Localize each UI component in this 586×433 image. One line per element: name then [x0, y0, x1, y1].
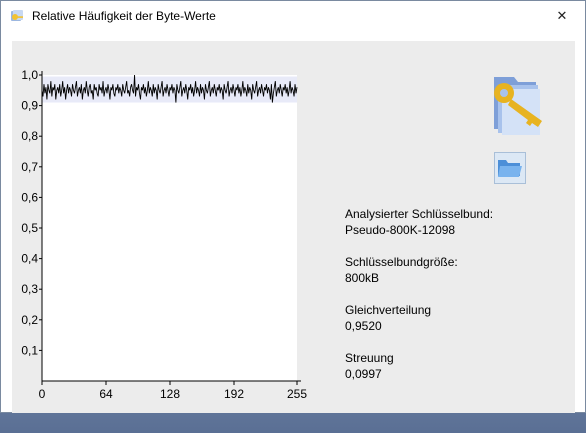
y-tick-label: 0,5 [21, 221, 38, 235]
desktop-background [0, 413, 586, 433]
y-tick-label: 1,0 [21, 68, 38, 82]
keyring-label: Analysierter Schlüsselbund: [345, 207, 494, 221]
byte-frequency-chart: 0,1 0,2 0,3 0,4 0,5 0,6 0,7 0,8 0,9 1,0 0 64 128 192 2… [21, 68, 307, 401]
window-title: Relative Häufigkeit der Byte-Werte [32, 9, 216, 23]
y-tick-label: 0,1 [21, 343, 38, 357]
uniformity-label: Gleichverteilung [345, 303, 432, 317]
y-tick-label: 0,8 [21, 129, 38, 143]
keyring-info: Analysierter Schlüsselbund: Pseudo-800K-… [345, 206, 493, 238]
y-tick-label: 0,4 [21, 252, 38, 266]
keyring-value: Pseudo-800K-12098 [345, 223, 456, 237]
deviation-label: Streuung [345, 351, 394, 365]
y-tick-label: 0,2 [21, 313, 38, 327]
deviation-info: Streuung 0,0997 [345, 350, 394, 382]
key-folder-icon [494, 77, 542, 135]
size-info: Schlüsselbundgröße: 800kB [345, 254, 458, 286]
y-tick-label: 0,7 [21, 160, 38, 174]
deviation-value: 0,0997 [345, 367, 382, 381]
close-icon: ✕ [556, 9, 568, 24]
keyring-app-icon [11, 10, 23, 21]
dialog-window: Relative Häufigkeit der Byte-Werte ✕ 0,1… [0, 0, 586, 413]
y-tick-label: 0,6 [21, 190, 38, 204]
y-tick-label: 0,3 [21, 282, 38, 296]
size-value: 800kB [345, 271, 380, 285]
open-keyring-button[interactable] [494, 152, 526, 184]
x-tick-label: 255 [287, 387, 307, 401]
x-tick-label: 192 [224, 387, 244, 401]
uniformity-info: Gleichverteilung 0,9520 [345, 302, 431, 334]
uniformity-value: 0,9520 [345, 319, 382, 333]
x-tick-label: 64 [99, 387, 113, 401]
dialog-content: 0,1 0,2 0,3 0,4 0,5 0,6 0,7 0,8 0,9 1,0 0 64 128 192 2… [12, 41, 575, 413]
y-tick-label: 0,9 [21, 99, 38, 113]
plot-area [42, 75, 297, 381]
open-folder-icon [498, 160, 522, 177]
x-tick-label: 0 [39, 387, 46, 401]
x-tick-label: 128 [160, 387, 180, 401]
title-bar[interactable]: Relative Häufigkeit der Byte-Werte ✕ [1, 1, 585, 32]
size-label: Schlüsselbundgröße: [345, 255, 458, 269]
close-button[interactable]: ✕ [539, 1, 585, 32]
